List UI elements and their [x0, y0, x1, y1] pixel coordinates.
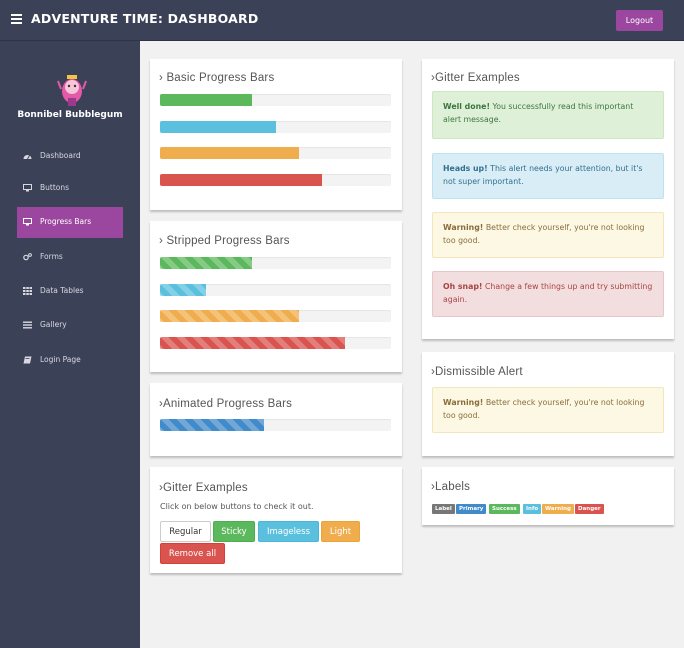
- hamburger-menu-icon[interactable]: [11, 14, 22, 24]
- avatar: [57, 75, 87, 106]
- light-button[interactable]: Light: [321, 521, 360, 542]
- sidebar-item-label: Progress Bars: [40, 217, 92, 226]
- progress-fill: [160, 419, 264, 431]
- sidebar-item-label: Data Tables: [40, 286, 84, 295]
- app-title: ADVENTURE TIME: DASHBOARD: [31, 11, 259, 26]
- desktop-icon: [23, 184, 32, 192]
- sidebar-item-label: Gallery: [40, 320, 67, 329]
- progress-bar: [160, 419, 391, 431]
- sidebar-item-dashboard[interactable]: Dashboard: [17, 141, 123, 172]
- sidebar-item-buttons[interactable]: Buttons: [17, 173, 123, 204]
- progress-fill: [160, 310, 299, 322]
- grid-icon: [23, 287, 32, 295]
- gitter-hint: Click on below buttons to check it out.: [160, 502, 314, 511]
- sidebar-item-gallery[interactable]: Gallery: [17, 310, 123, 341]
- remove-all-button[interactable]: Remove all: [160, 543, 225, 564]
- progress-bar: [160, 257, 391, 269]
- sticky-button[interactable]: Sticky: [213, 521, 255, 542]
- sidebar-item-label: Forms: [40, 252, 63, 261]
- striped-progress-panel: › Stripped Progress Bars: [150, 221, 402, 372]
- progress-bar: [160, 337, 391, 349]
- dismissible-alert-panel: ›Dismissible Alert Warning! Better check…: [422, 352, 674, 456]
- desktop-icon: [23, 218, 32, 226]
- progress-fill: [160, 257, 253, 269]
- top-bar: ADVENTURE TIME: DASHBOARD Logout: [0, 0, 684, 41]
- label-primary: Primary: [456, 504, 487, 514]
- panel-title: › Stripped Progress Bars: [159, 235, 290, 247]
- progress-bar: [160, 147, 391, 159]
- cogs-icon: [23, 253, 32, 261]
- sidebar: Bonnibel Bubblegum Dashboard Buttons Pro…: [0, 41, 140, 648]
- progress-bar: [160, 121, 391, 133]
- regular-button[interactable]: Regular: [160, 521, 211, 542]
- sidebar-item-label: Login Page: [40, 355, 81, 364]
- sidebar-item-data-tables[interactable]: Data Tables: [17, 276, 123, 307]
- progress-fill: [160, 174, 322, 186]
- progress-bar: [160, 284, 391, 296]
- label-info: Info: [523, 504, 542, 514]
- progress-bar: [160, 174, 391, 186]
- progress-fill: [160, 94, 253, 106]
- alert-success: Well done! You successfully read this im…: [432, 91, 664, 139]
- gitter-buttons-panel: ›Gitter Examples Click on below buttons …: [150, 467, 402, 573]
- alert-danger: Oh snap! Change a few things up and try …: [432, 271, 664, 317]
- label-success: Success: [489, 504, 520, 514]
- panel-title: ›Gitter Examples: [159, 482, 248, 494]
- panel-title: › Basic Progress Bars: [159, 72, 275, 84]
- sidebar-item-forms[interactable]: Forms: [17, 242, 123, 273]
- progress-fill: [160, 284, 207, 296]
- logout-button[interactable]: Logout: [616, 10, 663, 31]
- panel-title: ›Gitter Examples: [431, 72, 520, 84]
- list-icon: [23, 321, 32, 329]
- gitter-alerts-panel: ›Gitter Examples Well done! You successf…: [422, 59, 674, 339]
- panel-title: ›Animated Progress Bars: [159, 398, 293, 410]
- progress-bar: [160, 310, 391, 322]
- sidebar-item-label: Dashboard: [40, 151, 81, 160]
- panel-title: ›Dismissible Alert: [431, 366, 523, 378]
- progress-fill: [160, 337, 345, 349]
- panel-title: ›Labels: [431, 481, 471, 493]
- labels-panel: ›Labels Label Primary Success Info Warni…: [422, 467, 674, 525]
- basic-progress-panel: › Basic Progress Bars: [150, 59, 402, 210]
- label-warning: Warning: [542, 504, 574, 514]
- label-danger: Danger: [575, 504, 604, 514]
- sidebar-item-progress-bars[interactable]: Progress Bars: [17, 207, 123, 238]
- sidebar-item-login-page[interactable]: Login Page: [17, 345, 123, 376]
- book-icon: [23, 356, 32, 364]
- user-name: Bonnibel Bubblegum: [17, 110, 123, 120]
- sidebar-item-label: Buttons: [40, 183, 70, 192]
- dashboard-icon: [23, 152, 32, 160]
- progress-bar: [160, 94, 391, 106]
- alert-warning[interactable]: Warning! Better check yourself, you're n…: [432, 387, 664, 433]
- animated-progress-panel: ›Animated Progress Bars: [150, 383, 402, 456]
- alert-warning: Warning! Better check yourself, you're n…: [432, 212, 664, 258]
- label-default: Label: [432, 504, 455, 514]
- imageless-button[interactable]: Imageless: [258, 521, 319, 542]
- progress-fill: [160, 121, 276, 133]
- progress-fill: [160, 147, 299, 159]
- alert-info: Heads up! This alert needs your attentio…: [432, 153, 664, 199]
